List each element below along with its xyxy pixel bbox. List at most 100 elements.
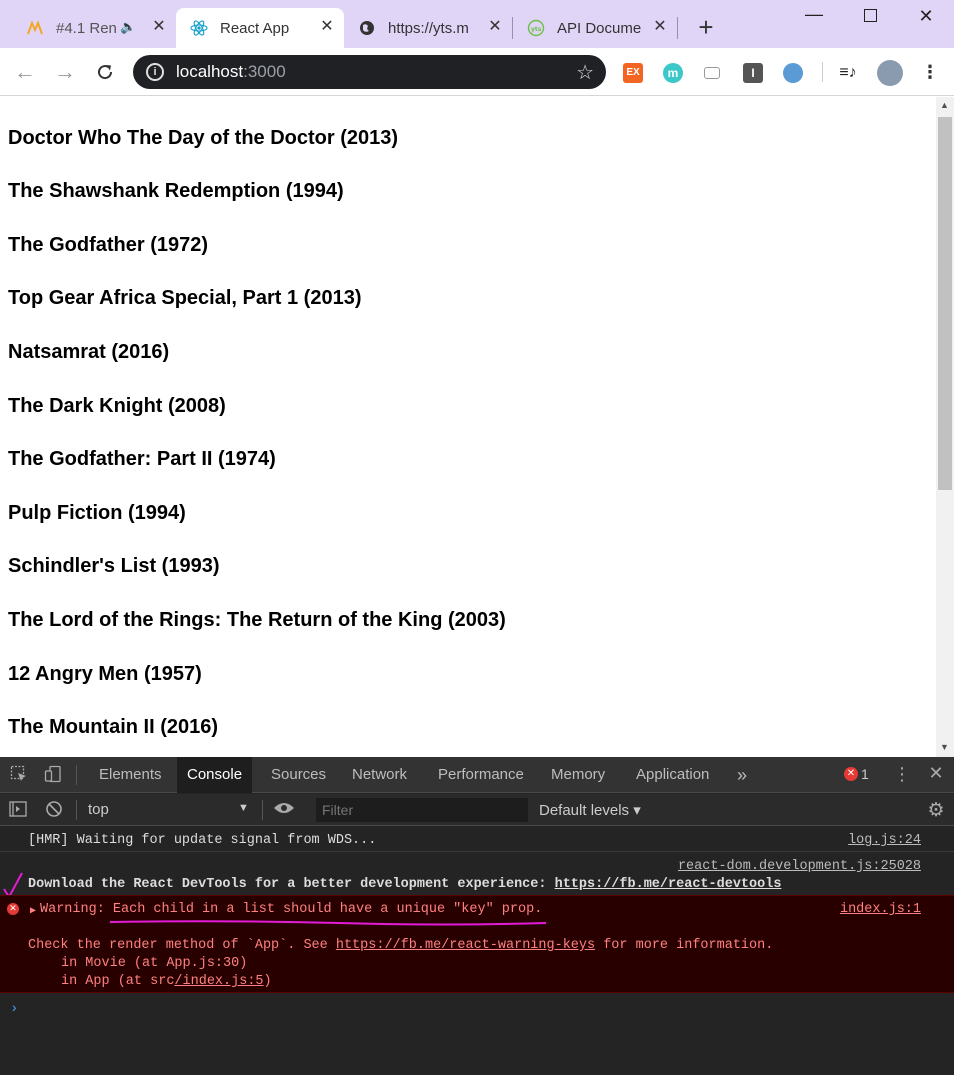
movie-title: The Mountain II (2016) [8, 716, 219, 738]
close-icon[interactable]: ✕ [651, 18, 669, 36]
warning-message: Warning: Each child in a list should hav… [40, 902, 543, 917]
index-source-link[interactable]: /index.js:5 [174, 974, 263, 989]
devtools-close-icon[interactable]: ✕ [926, 763, 946, 784]
source-link[interactable]: react-dom.development.js:25028 [678, 859, 921, 874]
movie-title: Pulp Fiction (1994) [8, 502, 186, 524]
stack-frame: in App (at src/index.js:5) [61, 974, 272, 989]
device-toolbar-icon[interactable] [42, 765, 64, 788]
movie-title: 12 Angry Men (1957) [8, 663, 202, 685]
devtools-tab-bar: Elements Console Sources Network Perform… [0, 757, 954, 793]
warning-highlight: Each child in a list should have a uniqu… [112, 902, 543, 917]
sidebar-toggle-icon[interactable] [8, 801, 28, 822]
devtools-panel: Elements Console Sources Network Perform… [0, 757, 954, 1075]
extension-ex-icon[interactable]: EX [623, 63, 643, 83]
address-bar[interactable]: i localhost:3000 ☆ [133, 55, 606, 89]
scroll-up-icon[interactable]: ▲ [940, 100, 949, 110]
devtools-separator [76, 765, 77, 785]
tab-nomad[interactable]: #4.1 Ren 🔈 ✕ [12, 8, 176, 48]
console-settings-gear-icon[interactable]: ⚙ [926, 799, 946, 822]
react-logo-icon [190, 19, 208, 37]
devtools-tab-elements[interactable]: Elements [89, 757, 172, 793]
toolbar-separator [76, 800, 77, 820]
error-count[interactable]: 1 [861, 766, 869, 782]
tab-react-app[interactable]: React App ✕ [176, 8, 344, 48]
speaker-icon[interactable]: 🔈 [120, 19, 136, 35]
devtools-menu-icon[interactable]: ⋮ [893, 764, 911, 785]
reload-icon [98, 65, 113, 80]
url-text[interactable]: localhost:3000 [176, 62, 286, 82]
media-control-icon[interactable]: ≡♪ [838, 63, 858, 83]
page-content: Doctor Who The Day of the Doctor (2013) … [0, 97, 936, 757]
tab-api-docs[interactable]: yts API Docume ✕ [513, 8, 677, 48]
extension-m-icon[interactable]: m [663, 63, 683, 83]
maximize-icon [863, 9, 877, 22]
toolbar-separator [822, 62, 823, 82]
source-link[interactable]: log.js:24 [848, 833, 921, 848]
extension-screen-icon[interactable] [704, 67, 720, 79]
console-prompt-icon[interactable]: › [10, 1001, 18, 1017]
devtools-tab-sources[interactable]: Sources [261, 757, 336, 793]
movie-title: The Godfather (1972) [8, 234, 209, 256]
context-selector[interactable]: top [88, 801, 109, 818]
devtools-download-link[interactable]: https://fb.me/react-devtools [555, 877, 782, 892]
devtools-tab-console[interactable]: Console [177, 757, 253, 793]
forward-button[interactable]: → [51, 58, 79, 86]
error-icon: ✕ [7, 903, 19, 915]
close-icon[interactable]: ✕ [486, 18, 504, 36]
tab-strip: #4.1 Ren 🔈 ✕ React App ✕ https://yts.m ✕… [0, 0, 954, 48]
tab-separator [677, 17, 678, 39]
tab-title: #4.1 Ren [56, 19, 116, 37]
page-scrollbar[interactable]: ▲ ▼ [936, 97, 954, 757]
close-icon[interactable]: ✕ [318, 18, 336, 36]
extension-circle-icon[interactable] [783, 63, 803, 83]
tab-yts[interactable]: https://yts.m ✕ [344, 8, 512, 48]
profile-avatar[interactable] [877, 60, 903, 86]
devtools-tab-memory[interactable]: Memory [541, 757, 615, 793]
error-count-icon[interactable]: ✕ [844, 767, 858, 781]
annotation-underline [109, 920, 547, 926]
console-filter-input[interactable] [316, 798, 528, 822]
react-keys-link[interactable]: https://fb.me/react-warning-keys [336, 938, 595, 953]
devtools-more-tabs-button[interactable]: » [727, 757, 757, 793]
browser-toolbar: ← → i localhost:3000 ☆ EX m I ≡♪ ⋮ [0, 48, 954, 96]
clear-console-icon[interactable] [44, 800, 64, 823]
new-tab-button[interactable]: + [692, 14, 720, 42]
console-toolbar: top ▼ Default levels ▾ ⚙ [0, 794, 954, 826]
movie-title: Doctor Who The Day of the Doctor (2013) [8, 127, 399, 149]
devtools-tab-application[interactable]: Application [626, 757, 719, 793]
scrollbar-thumb[interactable] [938, 117, 952, 490]
log-levels-dropdown[interactable]: Default levels ▾ [539, 801, 641, 819]
console-message: Download the React DevTools for a better… [28, 877, 782, 892]
bookmark-star-icon[interactable]: ☆ [576, 60, 594, 85]
inspect-element-icon[interactable] [8, 765, 30, 788]
globe-icon [358, 19, 376, 37]
devtools-tab-performance[interactable]: Performance [428, 757, 534, 793]
nomad-logo-icon [26, 19, 44, 37]
stack-frame: in Movie (at App.js:30) [61, 956, 248, 971]
maximize-button[interactable] [842, 0, 898, 32]
tab-title: API Docume [557, 19, 641, 37]
minimize-button[interactable]: — [786, 0, 842, 32]
movie-title: The Lord of the Rings: The Return of the… [8, 609, 506, 631]
error-message-block: ✕ ▶ Warning: Each child in a list should… [0, 895, 954, 993]
movie-title: The Godfather: Part II (1974) [8, 448, 276, 470]
close-icon[interactable]: ✕ [150, 18, 168, 36]
devtools-tab-network[interactable]: Network [342, 757, 417, 793]
movie-title: Natsamrat (2016) [8, 341, 170, 363]
site-info-icon[interactable]: i [146, 63, 164, 81]
yts-logo-icon: yts [527, 19, 545, 37]
expand-triangle-icon[interactable]: ▶ [30, 905, 36, 917]
close-window-button[interactable]: ✕ [898, 0, 954, 32]
back-button[interactable]: ← [11, 58, 39, 86]
console-message: [HMR] Waiting for update signal from WDS… [28, 833, 377, 848]
context-dropdown-icon[interactable]: ▼ [238, 802, 249, 814]
movie-title: Top Gear Africa Special, Part 1 (2013) [8, 287, 362, 309]
extension-i-icon[interactable]: I [743, 63, 763, 83]
source-link[interactable]: index.js:1 [840, 902, 921, 917]
console-output: [HMR] Waiting for update signal from WDS… [0, 827, 954, 1075]
browser-menu-icon[interactable]: ⋮ [920, 63, 940, 83]
toolbar-separator [262, 800, 263, 820]
live-expression-eye-icon[interactable] [272, 800, 296, 821]
scroll-down-icon[interactable]: ▼ [940, 742, 949, 752]
reload-button[interactable] [91, 58, 119, 86]
